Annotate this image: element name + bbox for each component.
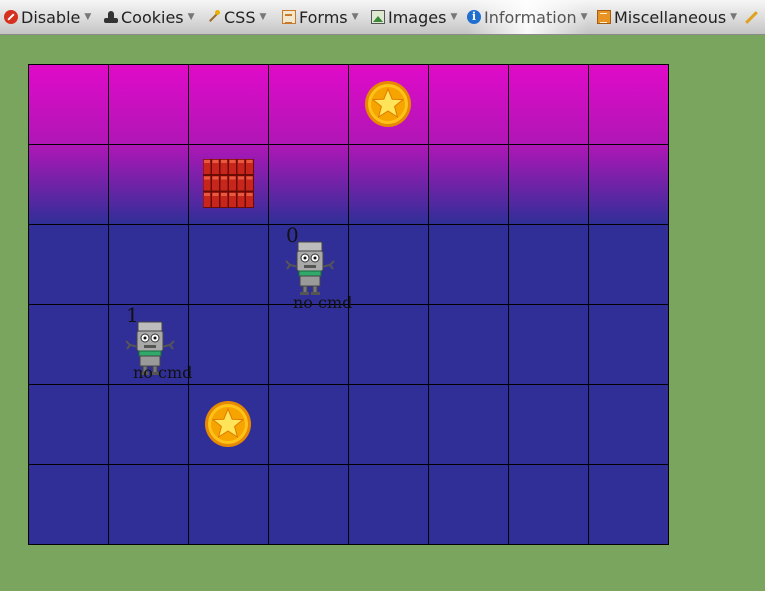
developer-toolbar: Disable ▼ Cookies ▼ CSS ▼ Forms ▼ Images… bbox=[0, 0, 765, 35]
miscellaneous-icon bbox=[597, 10, 611, 24]
chevron-down-icon: ▼ bbox=[259, 12, 267, 22]
robot-status-label: no cmd bbox=[293, 293, 353, 312]
pencil-icon bbox=[744, 10, 758, 24]
toolbar-information-label: Information bbox=[484, 7, 577, 27]
game-board: 0 no cmd 1 no cmd bbox=[28, 64, 669, 545]
toolbar-miscellaneous-menu[interactable]: Miscellaneous ▼ bbox=[597, 0, 737, 34]
forms-icon bbox=[282, 10, 296, 24]
coin-icon bbox=[204, 400, 252, 448]
chevron-down-icon: ▼ bbox=[450, 12, 458, 22]
toolbar-information-menu[interactable]: i Information ▼ bbox=[467, 0, 588, 34]
css-icon bbox=[207, 10, 221, 24]
toolbar-images-menu[interactable]: Images ▼ bbox=[371, 0, 457, 34]
robot-status-label: no cmd bbox=[133, 363, 193, 382]
chevron-down-icon: ▼ bbox=[187, 12, 195, 22]
coin-icon bbox=[364, 80, 412, 128]
toolbar-images-label: Images bbox=[388, 7, 447, 27]
toolbar-miscellaneous-label: Miscellaneous bbox=[614, 7, 727, 27]
toolbar-css-label: CSS bbox=[224, 7, 256, 27]
toolbar-forms-menu[interactable]: Forms ▼ bbox=[282, 0, 359, 34]
chevron-down-icon: ▼ bbox=[580, 12, 588, 22]
toolbar-cookies-menu[interactable]: Cookies ▼ bbox=[104, 0, 195, 34]
toolbar-outline-menu[interactable] bbox=[744, 0, 758, 34]
robot-id-label: 1 bbox=[126, 303, 139, 327]
toolbar-css-menu[interactable]: CSS ▼ bbox=[207, 0, 266, 34]
toolbar-disable-label: Disable bbox=[21, 7, 81, 27]
robot-id-label: 0 bbox=[286, 223, 299, 247]
brick-wall-icon bbox=[202, 158, 254, 208]
images-icon bbox=[371, 10, 385, 24]
information-icon: i bbox=[467, 10, 481, 24]
toolbar-forms-label: Forms bbox=[299, 7, 348, 27]
chevron-down-icon: ▼ bbox=[84, 12, 92, 22]
cookies-icon bbox=[104, 10, 118, 24]
toolbar-cookies-label: Cookies bbox=[121, 7, 184, 27]
robot-icon[interactable] bbox=[282, 241, 338, 295]
disable-icon bbox=[4, 10, 18, 24]
chevron-down-icon: ▼ bbox=[351, 12, 359, 22]
toolbar-disable-menu[interactable]: Disable ▼ bbox=[4, 0, 91, 34]
chevron-down-icon: ▼ bbox=[730, 12, 738, 22]
